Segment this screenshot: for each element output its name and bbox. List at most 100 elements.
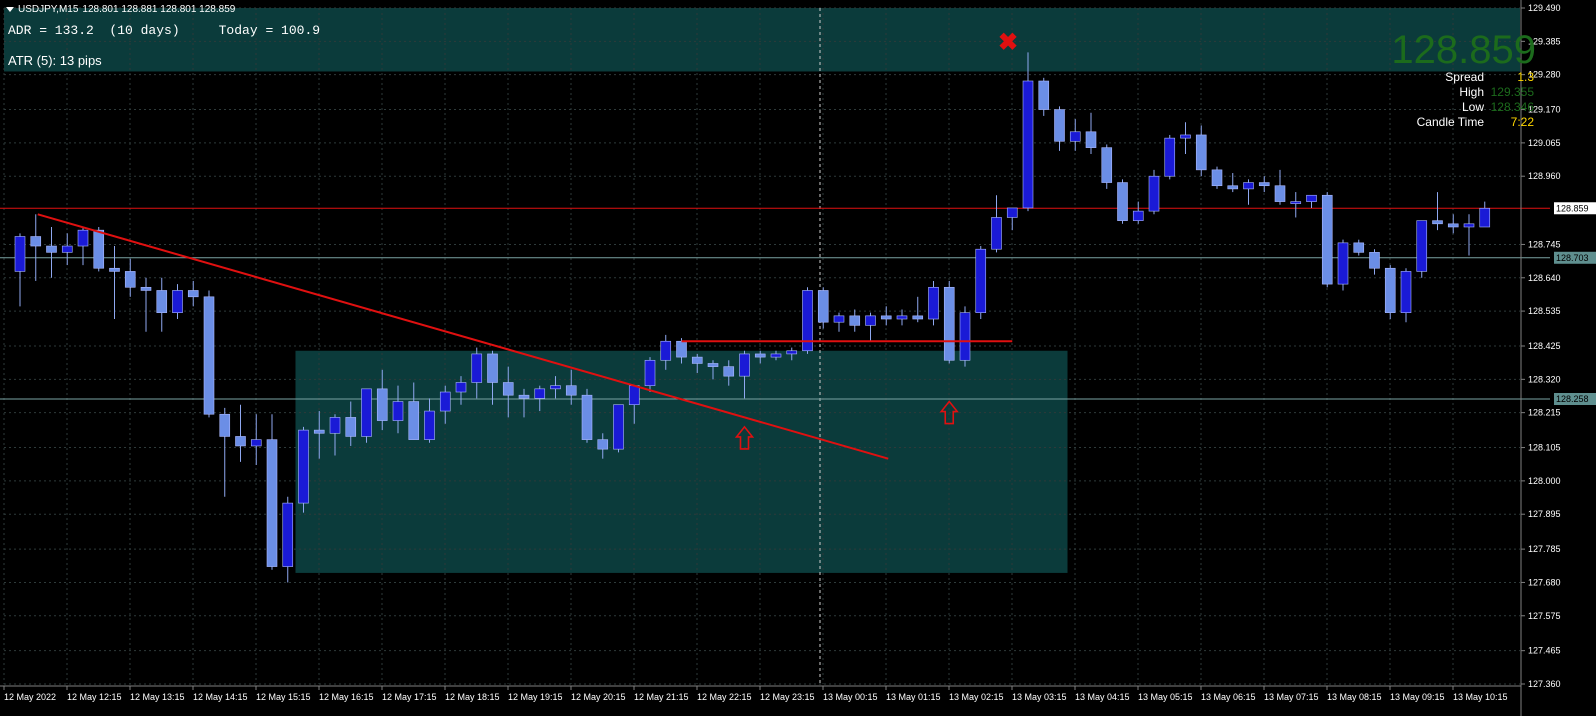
info-value: 7:22 [1510,115,1534,129]
candle-body [597,439,609,450]
time-tick-label: 13 May 10:15 [1453,692,1508,702]
candle-body [266,439,278,567]
candle-body [518,394,530,399]
candle-body [298,429,309,504]
candle-body [361,388,372,437]
candle-body [219,413,231,437]
candle-body [1006,207,1018,218]
candle-body [739,353,750,377]
candle-body [613,404,624,450]
atr-indicator: ATR (5): 13 pips [8,53,102,68]
info-row-spread: Spread 1.3 [1417,70,1534,85]
info-label: Low [1461,100,1484,114]
candle-body [471,353,483,383]
time-tick-label: 12 May 12:15 [67,692,122,702]
time-tick-label: 12 May 13:15 [130,692,185,702]
candle-body [1479,207,1491,228]
candle-body [1085,131,1097,148]
price-tick-label: 129.490 [1528,3,1561,13]
candle-body [975,248,987,313]
candle-body [1243,182,1254,190]
time-tick-label: 13 May 08:15 [1327,692,1382,702]
candle-body [865,315,876,326]
candle-body [1337,242,1349,285]
candle-body [1132,210,1144,221]
candle-body [959,312,971,361]
chart-header: USDJPY,M15 128.801 128.881 128.801 128.8… [6,4,235,15]
candle-body [250,439,262,447]
candle-body [1054,109,1065,142]
time-tick-label: 12 May 21:15 [634,692,689,702]
candle-body [1290,201,1302,204]
candle-body [376,388,388,421]
candle-body [345,417,357,437]
time-tick-label: 13 May 00:15 [823,692,878,702]
candle-body [1369,252,1380,269]
price-tick-label: 128.640 [1528,273,1561,283]
candle-body [1321,194,1333,285]
cross-marker-icon: ✖ [998,29,1019,56]
candle-body [1432,220,1443,225]
info-label: High [1459,85,1484,99]
price-tick-label: 127.465 [1528,646,1561,656]
price-tick-label: 128.425 [1528,341,1561,351]
candle-body [172,290,183,313]
candle-body [187,290,199,298]
candle-body [833,315,845,323]
candle-body [1447,223,1459,228]
candle-body [1227,185,1239,190]
price-tick-label: 128.535 [1528,306,1561,316]
info-row-low: Low 128.346 [1417,100,1534,115]
candle-body [156,290,168,313]
candle-body [581,394,593,440]
candle-body [124,271,136,288]
candle-body [644,359,656,386]
info-value: 1.3 [1517,70,1534,84]
info-row-candle-time: Candle Time 7:22 [1417,115,1534,130]
zone-rectangle [4,8,1520,72]
price-tick-label: 127.895 [1528,509,1561,519]
candle-body [46,245,57,253]
price-tick-label: 127.575 [1528,611,1561,621]
price-tick-label: 128.745 [1528,239,1561,249]
time-tick-label: 12 May 18:15 [445,692,500,702]
candle-body [1038,80,1050,110]
candle-body [203,296,215,415]
candle-body [235,436,246,447]
time-tick-label: 13 May 05:15 [1138,692,1193,702]
candle-body [30,236,42,247]
candle-body [1195,134,1207,171]
candle-body [1258,182,1270,187]
time-tick-label: 12 May 20:15 [571,692,626,702]
candle-body [691,356,703,364]
candle-body [1211,169,1223,187]
candle-body [786,350,798,355]
info-panel: Spread 1.3 High 129.355 Low 128.346 Candle Tim… [1417,70,1534,130]
candle-body [1384,267,1396,313]
candle-body [770,353,782,358]
time-tick-label: 12 May 16:15 [319,692,374,702]
zone-rectangle [295,350,1068,573]
candle-body [282,502,294,567]
level-tag: 128.258 [1556,394,1589,404]
candle-body [392,401,404,421]
candle-body [1117,182,1128,221]
time-tick-label: 13 May 01:15 [886,692,941,702]
candle-body [61,245,73,253]
candle-body [487,353,498,383]
candle-body [628,385,640,406]
level-tag: 128.703 [1556,253,1589,263]
time-tick-label: 13 May 03:15 [1012,692,1067,702]
price-tick-label: 129.065 [1528,138,1561,148]
info-label: Spread [1445,70,1484,84]
price-chart[interactable]: 129.490129.385129.280129.170129.065128.9… [0,0,1596,716]
candle-body [109,267,120,272]
candle-body [502,382,514,396]
candle-body [849,315,861,326]
candle-body [534,388,546,399]
dropdown-arrow-icon[interactable] [6,7,14,12]
price-tick-label: 128.320 [1528,374,1561,384]
ohlc-label: 128.801 128.881 128.801 128.859 [82,4,236,15]
time-tick-label: 13 May 09:15 [1390,692,1445,702]
adr-indicator: ADR = 133.2 (10 days) Today = 100.9 [8,23,321,38]
